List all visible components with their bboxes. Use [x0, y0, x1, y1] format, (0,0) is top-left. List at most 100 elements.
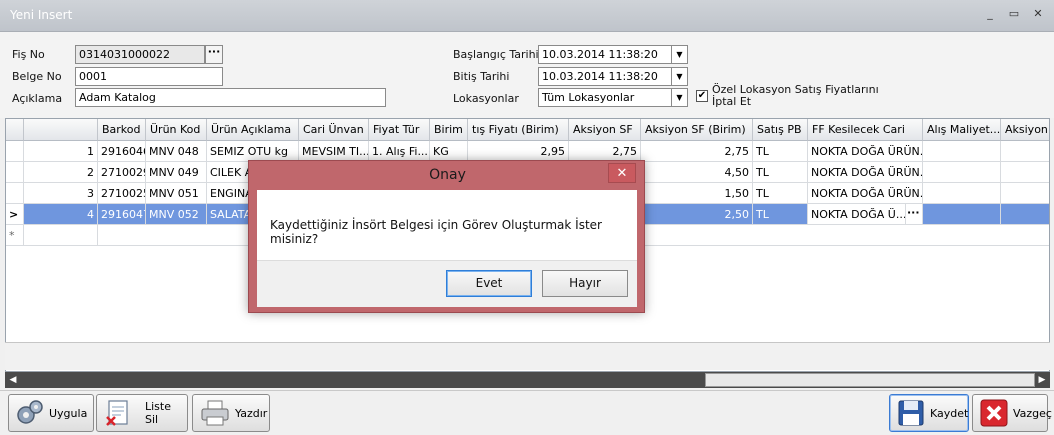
gears-icon	[17, 400, 43, 424]
column-header[interactable]: tış Fiyatı (Birim)	[468, 119, 569, 141]
cell-alis-maliyet[interactable]	[923, 204, 1001, 225]
printer-icon	[201, 400, 229, 426]
cell-urun-aciklama[interactable]: SEMIZ OTU kg	[207, 141, 299, 162]
cell-aksiyon-s[interactable]	[1001, 183, 1049, 204]
aciklama-field[interactable]: Adam Katalog	[75, 88, 386, 107]
cell-aksiyon-sf-birim[interactable]: 2,50	[641, 204, 753, 225]
cell-alis-maliyet[interactable]	[923, 183, 1001, 204]
column-header[interactable]: Ürün Kod	[146, 119, 207, 141]
vazgec-button[interactable]: Vazgeç	[972, 394, 1052, 432]
column-header[interactable]: Aksiyon SF (Birim)	[641, 119, 753, 141]
kaydet-button[interactable]: Kaydet	[889, 394, 969, 432]
cell-aksiyon-s[interactable]	[1001, 204, 1049, 225]
horizontal-scrollbar[interactable]: ◀ ▶	[5, 372, 1050, 388]
column-header[interactable]: Alış Maliyet...	[923, 119, 1001, 141]
cancel-x-icon	[980, 399, 1008, 427]
vazgec-label: Vazgeç	[1013, 406, 1052, 420]
save-disk-icon	[898, 400, 924, 426]
row-indicator	[6, 141, 24, 162]
maximize-button[interactable]: ▭	[1004, 6, 1024, 22]
liste-sil-button[interactable]: Liste Sil	[96, 394, 188, 432]
baslangic-field[interactable]: 10.03.2014 11:38:20	[538, 45, 672, 64]
cell-aksiyon-sf-birim[interactable]: 2,75	[641, 141, 753, 162]
cell-ff-cari[interactable]: NOKTA DOĞA ÜRÜN...	[808, 183, 923, 204]
close-button[interactable]: ✕	[1028, 6, 1048, 22]
cell-alis-maliyet[interactable]	[923, 162, 1001, 183]
cell-aksiyon-sf-birim[interactable]: 1,50	[641, 183, 753, 204]
column-header[interactable]: Birim	[430, 119, 468, 141]
hayir-button[interactable]: Hayır	[542, 270, 628, 297]
cell-urun-kod[interactable]: MNV 051	[146, 183, 207, 204]
bitis-label: Bitiş Tarihi	[453, 70, 510, 83]
column-header[interactable]: Cari Ünvan	[299, 119, 369, 141]
scrollbar-thumb[interactable]	[705, 373, 1035, 387]
fis-no-label: Fiş No	[12, 48, 45, 61]
row-number: 3	[24, 183, 98, 204]
column-header[interactable]: Satış PB	[753, 119, 808, 141]
minimize-button[interactable]: _	[980, 6, 1000, 22]
row-indicator	[6, 183, 24, 204]
cell-satis-pb[interactable]: TL	[753, 204, 808, 225]
cell-barkod[interactable]: 2710029	[98, 162, 146, 183]
cell-cari-unvan[interactable]: MEVSIM TI...	[299, 141, 369, 162]
kaydet-label: Kaydet	[930, 406, 969, 420]
cell-urun-kod[interactable]: MNV 048	[146, 141, 207, 162]
cell-alis-maliyet[interactable]	[923, 141, 1001, 162]
cell-barkod[interactable]: 2710025	[98, 183, 146, 204]
bitis-field[interactable]: 10.03.2014 11:38:20	[538, 67, 672, 86]
column-header[interactable]: FF Kesilecek Cari	[808, 119, 923, 141]
confirm-dialog: Onay ✕ Kaydettiğiniz İnsört Belgesi için…	[248, 160, 645, 313]
dialog-title: Onay	[429, 167, 466, 183]
column-header[interactable]: Ürün Açıklama	[207, 119, 299, 141]
delete-list-icon	[106, 400, 128, 426]
bitis-dropdown-icon[interactable]: ▼	[672, 67, 688, 86]
cell-birim[interactable]: KG	[430, 141, 468, 162]
column-header[interactable]: Aksiyon S	[1001, 119, 1049, 141]
cell-satis-pb[interactable]: TL	[753, 162, 808, 183]
cell-barkod[interactable]: 2916047	[98, 204, 146, 225]
belge-no-label: Belge No	[12, 70, 62, 83]
column-header[interactable]: Fiyat Tür	[369, 119, 430, 141]
column-header[interactable]: Barkod	[98, 119, 146, 141]
aciklama-label: Açıklama	[12, 92, 63, 105]
evet-button[interactable]: Evet	[446, 270, 532, 297]
ozel-lokasyon-checkbox[interactable]: ✔	[696, 90, 708, 102]
cell-satis-pb[interactable]: TL	[753, 141, 808, 162]
baslangic-dropdown-icon[interactable]: ▼	[672, 45, 688, 64]
row-number: 2	[24, 162, 98, 183]
uygula-button[interactable]: Uygula	[8, 394, 94, 432]
uygula-label: Uygula	[49, 406, 88, 420]
belge-no-field[interactable]: 0001	[75, 67, 223, 86]
dialog-close-button[interactable]: ✕	[608, 163, 636, 183]
current-row-indicator: >	[6, 204, 24, 225]
bottom-toolbar: Uygula Liste Sil Yazdır Kaydet Vazgeç	[0, 390, 1054, 435]
cell-barkod[interactable]: 2916046	[98, 141, 146, 162]
scroll-right-icon[interactable]: ▶	[1034, 372, 1050, 388]
cell-ff-cari-editing[interactable]: NOKTA DOĞA Ü...	[808, 204, 906, 225]
cell-aksiyon-sf[interactable]: 2,75	[569, 141, 641, 162]
fis-no-lookup-button[interactable]: ···	[205, 45, 223, 64]
lokasyon-select[interactable]: Tüm Lokasyonlar	[538, 88, 672, 107]
row-indicator	[6, 162, 24, 183]
cell-ff-cari[interactable]: NOKTA DOĞA ÜRÜN...	[808, 162, 923, 183]
cell-aksiyon-s[interactable]	[1001, 141, 1049, 162]
cell-aksiyon-s[interactable]	[1001, 162, 1049, 183]
cell-fiyat-tur[interactable]: 1. Alış Fi...	[369, 141, 430, 162]
row-number-header	[24, 119, 98, 141]
cell-ff-cari[interactable]: NOKTA DOĞA ÜRÜN...	[808, 141, 923, 162]
yazdir-button[interactable]: Yazdır	[192, 394, 270, 432]
lokasyon-dropdown-icon[interactable]: ▼	[672, 88, 688, 107]
dialog-button-bar: Evet Hayır	[257, 260, 637, 307]
ff-cari-lookup-button[interactable]: ···	[906, 204, 923, 225]
fis-no-field[interactable]: 0314031000022	[75, 45, 205, 64]
scroll-left-icon[interactable]: ◀	[5, 372, 21, 388]
row-number	[24, 225, 98, 246]
row-number: 1	[24, 141, 98, 162]
ozel-lokasyon-label-2: İptal Et	[712, 95, 752, 108]
cell-satis-fiyati[interactable]: 2,95	[468, 141, 569, 162]
cell-aksiyon-sf-birim[interactable]: 4,50	[641, 162, 753, 183]
column-header[interactable]: Aksiyon SF	[569, 119, 641, 141]
cell-urun-kod[interactable]: MNV 052	[146, 204, 207, 225]
cell-satis-pb[interactable]: TL	[753, 183, 808, 204]
cell-urun-kod[interactable]: MNV 049	[146, 162, 207, 183]
